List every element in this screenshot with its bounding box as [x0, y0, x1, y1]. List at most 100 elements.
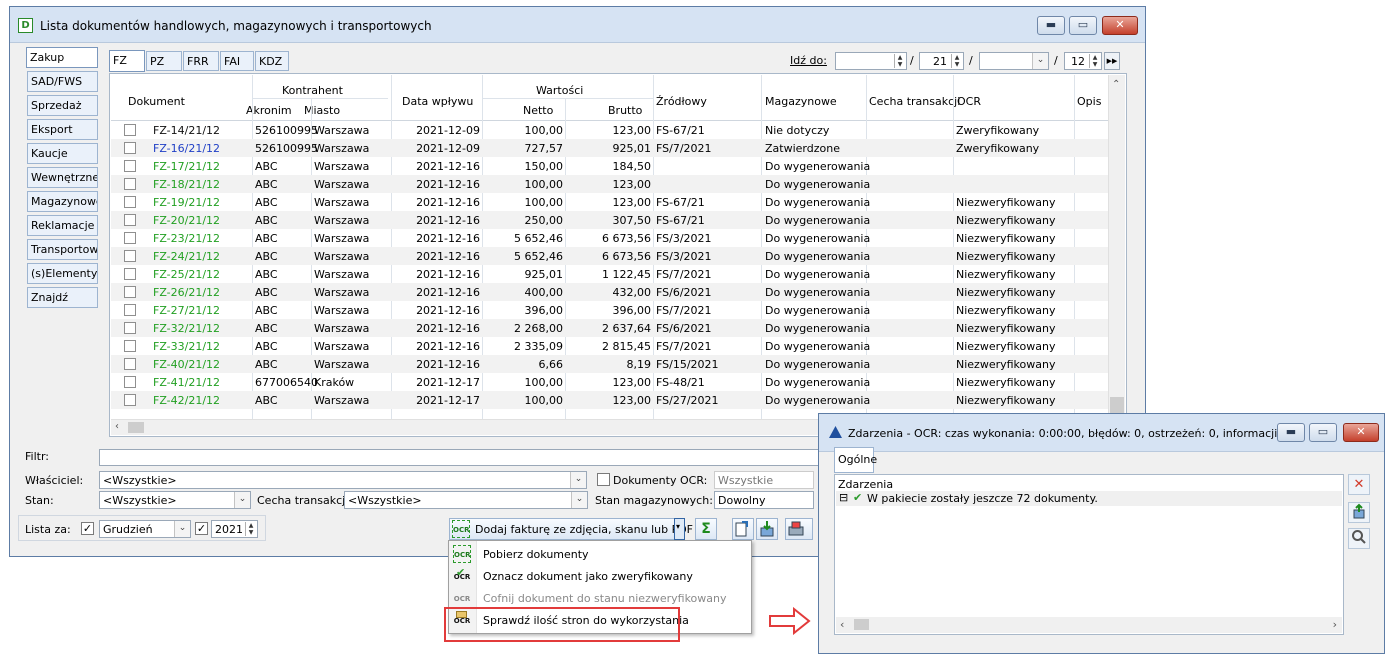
col-header-netto[interactable]: Netto	[523, 104, 553, 117]
minimize-button[interactable]: ▬	[1037, 16, 1065, 35]
goto-combo[interactable]: ⌄	[979, 52, 1049, 70]
cell-dokument[interactable]: FZ-18/21/12	[153, 178, 220, 191]
goto-month-spinner[interactable]: 21 ▲ ▼	[919, 52, 964, 70]
cell-dokument[interactable]: FZ-20/21/12	[153, 214, 220, 227]
event-row[interactable]: ⊟ ✔ W pakiecie zostały jeszcze 72 dokume…	[836, 491, 1342, 506]
table-row[interactable]: FZ-16/21/12 526100995 Warszawa 2021-12-09 72…	[111, 139, 1108, 157]
col-header-dokument[interactable]: Dokument	[128, 95, 185, 108]
export-button[interactable]	[1348, 502, 1370, 523]
cell-dokument[interactable]: FZ-25/21/12	[153, 268, 220, 281]
cell-dokument[interactable]: FZ-23/21/12	[153, 232, 220, 245]
row-checkbox[interactable]	[124, 358, 136, 370]
col-header-brutto[interactable]: Brutto	[608, 104, 642, 117]
menu-item-oznacz[interactable]: OCR ✔ Oznacz dokument jako zweryfikowany	[449, 565, 751, 587]
sidebar-item-s-elementy[interactable]: (s)Elementy	[27, 263, 98, 284]
close-button[interactable]: ✕	[1343, 423, 1379, 442]
row-checkbox[interactable]	[124, 394, 136, 406]
row-checkbox[interactable]	[124, 142, 136, 154]
sidebar-item-sprzedaż[interactable]: Sprzedaż	[27, 95, 98, 116]
table-row[interactable]: FZ-27/21/12 ABC Warszawa 2021-12-16 396,00 39…	[111, 301, 1108, 319]
month-select[interactable]: Grudzień ⌄	[99, 520, 191, 538]
sidebar-item-magazynowe[interactable]: Magazynowe	[27, 191, 98, 212]
chevron-down-icon[interactable]: ⌄	[174, 521, 190, 537]
scroll-right-icon[interactable]: ›	[1333, 618, 1337, 631]
tab-fai[interactable]: FAI	[220, 51, 254, 71]
cell-dokument[interactable]: FZ-19/21/12	[153, 196, 220, 209]
stan-magazynowych-select[interactable]: Dowolny	[714, 491, 814, 509]
ocr-titlebar[interactable]: Zdarzenia - OCR: czas wykonania: 0:00:00…	[819, 414, 1384, 452]
row-checkbox[interactable]	[124, 232, 136, 244]
table-row[interactable]: FZ-20/21/12 ABC Warszawa 2021-12-16 250,00 30…	[111, 211, 1108, 229]
tab-frr[interactable]: FRR	[183, 51, 219, 71]
cell-dokument[interactable]: FZ-26/21/12	[153, 286, 220, 299]
scroll-up-icon[interactable]: ⌃	[1112, 79, 1120, 90]
goto-year-spinner[interactable]: ▲ ▼	[835, 52, 907, 70]
col-header-data[interactable]: Data wpływu	[402, 95, 473, 108]
horizontal-scrollbar[interactable]: ‹ ›	[836, 617, 1342, 633]
sidebar-item-eksport[interactable]: Eksport	[27, 119, 98, 140]
sidebar-item-znajdź[interactable]: Znajdź	[27, 287, 98, 308]
cell-dokument[interactable]: FZ-40/21/12	[153, 358, 220, 371]
cell-dokument[interactable]: FZ-17/21/12	[153, 160, 220, 173]
table-row[interactable]: FZ-32/21/12 ABC Warszawa 2021-12-16 2 268,00…	[111, 319, 1108, 337]
col-header-ocr[interactable]: OCR	[957, 95, 981, 108]
tree-toggle-icon[interactable]: ⊟	[839, 491, 848, 504]
main-titlebar[interactable]: D Lista dokumentów handlowych, magazynow…	[10, 7, 1145, 43]
chevron-down-icon[interactable]: ⌄	[234, 492, 250, 508]
goto-next-icon[interactable]: ▶▶	[1104, 52, 1120, 70]
sum-button[interactable]: Σ	[695, 518, 717, 540]
col-header-kontrahent[interactable]: Kontrahent	[282, 84, 343, 97]
row-checkbox[interactable]	[124, 160, 136, 172]
table-row[interactable]: FZ-24/21/12 ABC Warszawa 2021-12-16 5 652,46…	[111, 247, 1108, 265]
table-row[interactable]: FZ-42/21/12 ABC Warszawa 2021-12-17 100,00 12…	[111, 391, 1108, 409]
maximize-button[interactable]: ▭	[1309, 423, 1337, 442]
sidebar-item-reklamacje[interactable]: Reklamacje	[27, 215, 98, 236]
scroll-left-icon[interactable]: ‹	[115, 421, 119, 432]
row-checkbox[interactable]	[124, 178, 136, 190]
delete-button[interactable]: ✕	[1348, 474, 1370, 495]
wlasciciel-select[interactable]: <Wszystkie> ⌄	[99, 471, 587, 489]
tab-fz[interactable]: FZ	[109, 50, 145, 72]
row-checkbox[interactable]	[124, 340, 136, 352]
col-header-zrodlowy[interactable]: Źródłowy	[656, 95, 707, 108]
table-row[interactable]: FZ-14/21/12 526100995 Warszawa 2021-12-09 10…	[111, 121, 1108, 139]
spinner-arrows-icon[interactable]: ▲ ▼	[245, 522, 256, 536]
cell-dokument[interactable]: FZ-32/21/12	[153, 322, 220, 335]
row-checkbox[interactable]	[124, 322, 136, 334]
cell-dokument[interactable]: FZ-14/21/12	[153, 124, 220, 137]
ocr-menu-dropdown-button[interactable]: ▾	[674, 518, 685, 540]
dokumenty-ocr-select[interactable]: Wszystkie	[714, 471, 814, 489]
dokumenty-ocr-checkbox[interactable]	[597, 473, 610, 486]
spinner-arrows-icon[interactable]: ▲ ▼	[1089, 54, 1100, 68]
print-button[interactable]	[785, 518, 813, 540]
row-checkbox[interactable]	[124, 304, 136, 316]
close-button[interactable]: ✕	[1102, 16, 1138, 35]
col-header-miasto[interactable]: Miasto	[304, 104, 340, 117]
sidebar-item-zakup[interactable]: Zakup	[26, 47, 98, 68]
tab-pz[interactable]: PZ	[146, 51, 182, 71]
sidebar-item-sad-fws[interactable]: SAD/FWS	[27, 71, 98, 92]
table-row[interactable]: FZ-40/21/12 ABC Warszawa 2021-12-16 6,66 8,19…	[111, 355, 1108, 373]
maximize-button[interactable]: ▭	[1069, 16, 1097, 35]
row-checkbox[interactable]	[124, 268, 136, 280]
cell-dokument[interactable]: FZ-41/21/12	[153, 376, 220, 389]
minimize-button[interactable]: ▬	[1277, 423, 1305, 442]
scroll-thumb[interactable]	[854, 619, 869, 630]
stan-select[interactable]: <Wszystkie> ⌄	[99, 491, 251, 509]
cell-dokument[interactable]: FZ-27/21/12	[153, 304, 220, 317]
year-checkbox[interactable]: ✓	[195, 522, 208, 535]
cecha-select[interactable]: <Wszystkie> ⌄	[344, 491, 588, 509]
row-checkbox[interactable]	[124, 286, 136, 298]
search-button[interactable]	[1348, 528, 1370, 549]
table-row[interactable]: FZ-19/21/12 ABC Warszawa 2021-12-16 100,00 12…	[111, 193, 1108, 211]
cell-dokument[interactable]: FZ-42/21/12	[153, 394, 220, 407]
tab-kdz[interactable]: KDZ	[255, 51, 289, 71]
tab-ogolne[interactable]: Ogólne	[834, 447, 877, 473]
chevron-down-icon[interactable]: ⌄	[1032, 53, 1048, 69]
table-row[interactable]: FZ-23/21/12 ABC Warszawa 2021-12-16 5 652,46…	[111, 229, 1108, 247]
table-row[interactable]: FZ-25/21/12 ABC Warszawa 2021-12-16 925,01 1 …	[111, 265, 1108, 283]
import-button[interactable]	[756, 518, 778, 540]
sidebar-item-kaucje[interactable]: Kaucje	[27, 143, 98, 164]
year-spinner[interactable]: 2021 ▲ ▼	[211, 520, 258, 538]
col-header-wartosci[interactable]: Wartości	[536, 84, 583, 97]
